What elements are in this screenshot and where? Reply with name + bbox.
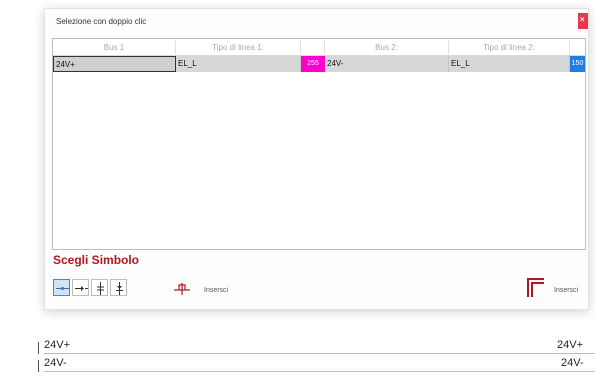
- cell-bus1[interactable]: 24V+: [53, 56, 176, 72]
- wire-bottom-tick: [38, 360, 39, 372]
- insert-bridge-label[interactable]: Insersci: [204, 287, 228, 294]
- wire-bridge-icon[interactable]: [173, 282, 191, 296]
- symbol-button-vertical-arrow[interactable]: [110, 279, 127, 296]
- wire-label-right-top: 24V+: [557, 339, 583, 351]
- header-color2[interactable]: [570, 39, 585, 56]
- wire-label-left-top: 24V+: [44, 339, 70, 351]
- line-break-symbol-icon: [56, 287, 69, 290]
- wire-label-left-bottom: 24V-: [44, 357, 67, 369]
- cell-line-type1[interactable]: EL_L: [176, 56, 301, 72]
- close-button[interactable]: ×: [578, 13, 588, 29]
- choose-symbol-title: Scegli Simbolo: [53, 253, 140, 267]
- header-bus1[interactable]: Bus 1: [53, 39, 176, 56]
- dialog-title: Selezione con doppio clic: [56, 17, 147, 26]
- wire-24v-minus[interactable]: [44, 371, 595, 372]
- cell-line-type2[interactable]: EL_L: [449, 56, 570, 72]
- symbol-selection-dialog: Selezione con doppio clic × Bus 1 Tipo d…: [44, 8, 589, 310]
- wire-24v-plus[interactable]: [44, 353, 595, 354]
- cell-bus2[interactable]: 24V-: [325, 56, 449, 72]
- bus-grid[interactable]: Bus 1 Tipo di linea 1: Bus 2: Tipo di li…: [52, 38, 586, 250]
- cell-color2-swatch[interactable]: 150: [570, 56, 585, 72]
- arrow-break-symbol-icon: [75, 286, 88, 291]
- wire-label-right-bottom: 24V-: [561, 357, 584, 369]
- close-icon: ×: [580, 15, 585, 24]
- header-line-type1[interactable]: Tipo di linea 1:: [176, 39, 301, 56]
- vertical-break-symbol-icon: [97, 282, 104, 295]
- insert-corner-label[interactable]: Insersci: [554, 287, 578, 294]
- symbol-button-arrow-break[interactable]: [72, 279, 89, 296]
- header-color1[interactable]: [301, 39, 325, 56]
- vertical-arrow-symbol-icon: [116, 282, 123, 295]
- wire-corner-icon[interactable]: [525, 276, 545, 298]
- header-bus2[interactable]: Bus 2:: [325, 39, 449, 56]
- symbol-button-vertical-break[interactable]: [91, 279, 108, 296]
- cell-color1-swatch[interactable]: 255: [301, 56, 325, 72]
- wire-top-tick: [38, 342, 39, 354]
- header-line-type2[interactable]: Tipo di linea 2:: [449, 39, 570, 56]
- dialog-titlebar[interactable]: Selezione con doppio clic ×: [45, 9, 588, 33]
- symbol-button-line-break[interactable]: [53, 279, 70, 296]
